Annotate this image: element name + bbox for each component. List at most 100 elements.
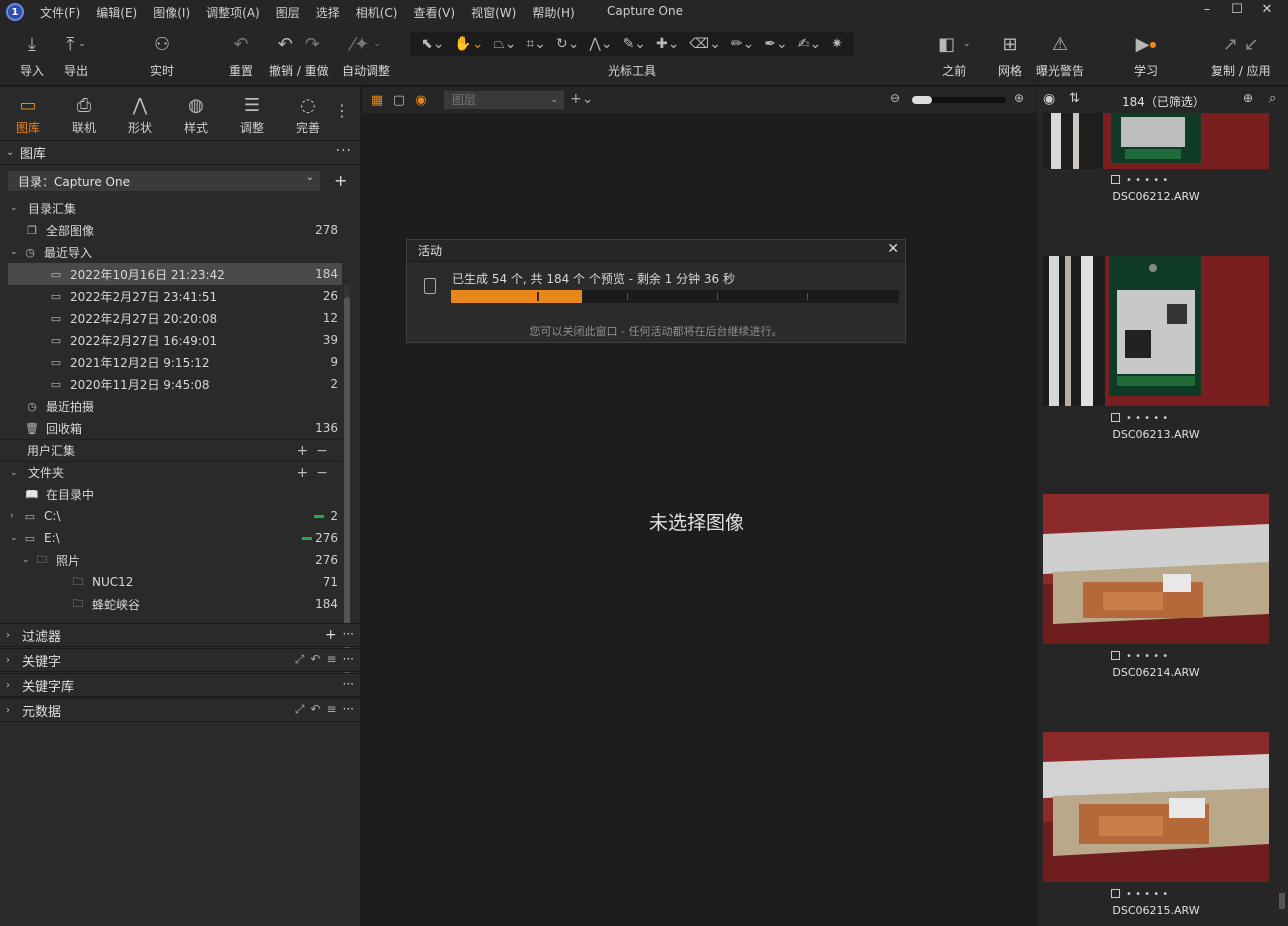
catalog-select[interactable]: 目录：Capture One ⌄ xyxy=(8,171,320,191)
recent-imports-row[interactable]: ⌄ ◷ 最近导入 xyxy=(0,241,342,263)
thumbnail-image[interactable] xyxy=(1043,732,1269,882)
import-row[interactable]: ▭ 2022年2月27日 20:20:08 12 xyxy=(0,307,342,329)
viewer-area[interactable]: ▦ ▢ ◉ 图层 ⌄ +⌄ ⊖ ⊕ 未选择图像 xyxy=(362,87,1036,926)
recent-captures-row[interactable]: ◷ 最近拍摄 xyxy=(0,395,342,417)
all-images-row[interactable]: ❐ 全部图像 278 xyxy=(0,219,342,241)
reset-icon[interactable]: ↶ xyxy=(310,702,320,717)
filters-section[interactable]: › 过滤器 + ··· xyxy=(0,623,360,647)
tab-refine[interactable]: ◌ 完善 xyxy=(280,87,336,140)
add-layer-icon[interactable]: +⌄ xyxy=(570,91,593,107)
thumbnail-image[interactable] xyxy=(1043,256,1269,406)
select-checkbox[interactable] xyxy=(1111,413,1120,422)
eye-icon[interactable]: ◉ xyxy=(1043,91,1055,107)
exposure-warning-button[interactable]: ⚠ 曝光警告 xyxy=(1036,32,1084,79)
section-actions[interactable]: ⤢ ↶ ≡ ··· xyxy=(295,702,354,717)
rating-dots[interactable]: • • • • • xyxy=(1126,175,1168,186)
auto-adjust-button[interactable]: ⁄✦ ⌄ 自动调整 xyxy=(342,32,390,79)
thumbnail-image[interactable] xyxy=(1043,113,1269,169)
tab-adjust[interactable]: ☰ 调整 xyxy=(224,87,280,140)
add-icon[interactable]: + xyxy=(325,627,337,643)
select-checkbox[interactable] xyxy=(1111,175,1120,184)
folder-canyon-row[interactable]: 🗀 蜂蛇峡谷 184 xyxy=(0,593,342,615)
menu-file[interactable]: 文件(F) xyxy=(32,4,88,21)
list-icon[interactable]: ≡ xyxy=(326,652,336,667)
erase-icon[interactable]: ⌫⌄ xyxy=(689,36,721,52)
thumbnail-rating[interactable]: • • • • • xyxy=(1111,175,1168,186)
folders-header[interactable]: ⌄ 文件夹 +− xyxy=(0,461,342,483)
mask-brush-icon[interactable]: ✏⌄ xyxy=(731,36,754,52)
import-row[interactable]: ▭ 2022年2月27日 23:41:51 26 xyxy=(0,285,342,307)
drive-c-row[interactable]: › ▭ C:\ 2 xyxy=(0,505,342,527)
folder-nuc12-row[interactable]: 🗀 NUC12 71 xyxy=(0,571,342,593)
tab-tethered[interactable]: ⎙ 联机 xyxy=(56,87,112,140)
menu-adjustments[interactable]: 调整项(A) xyxy=(198,4,268,21)
user-collections-header[interactable]: 用户汇集 +− xyxy=(0,439,342,461)
close-icon[interactable]: ✕ xyxy=(887,241,899,257)
in-catalog-row[interactable]: 📖 在目录中 xyxy=(0,483,342,505)
more-options-icon[interactable]: ··· xyxy=(343,627,354,643)
zoom-slider-knob[interactable] xyxy=(912,96,932,104)
browser-scroll-thumb[interactable] xyxy=(1279,893,1285,909)
reset-button[interactable]: ↶ 重置 xyxy=(229,32,253,79)
annotate-icon[interactable]: ✷ xyxy=(831,36,843,52)
proof-eye-icon[interactable]: ◉ xyxy=(410,93,432,108)
add-remove-icons[interactable]: +− xyxy=(297,443,336,459)
menu-camera[interactable]: 相机(C) xyxy=(348,4,406,21)
search-icon[interactable]: ⌕ xyxy=(1269,91,1276,106)
expand-icon[interactable]: ⤢ xyxy=(295,652,305,667)
import-row[interactable]: ▭ 2022年10月16日 21:23:42 184 xyxy=(8,263,342,285)
browser-scrollbar[interactable] xyxy=(1278,113,1286,926)
pan-hand-icon[interactable]: ✋⌄ xyxy=(454,36,483,52)
menu-select[interactable]: 选择 xyxy=(308,4,348,21)
select-checkbox[interactable] xyxy=(1111,889,1120,898)
more-options-icon[interactable]: ··· xyxy=(343,652,354,667)
import-row[interactable]: ▭ 2022年2月27日 16:49:01 39 xyxy=(0,329,342,351)
thumbnail-rating[interactable]: • • • • • xyxy=(1111,413,1168,424)
drive-e-row[interactable]: ⌄ ▭ E:\ 276 xyxy=(0,527,342,549)
section-actions[interactable]: + ··· xyxy=(325,627,354,643)
keyword-library-section[interactable]: › 关键字库 ··· xyxy=(0,673,360,697)
import-button[interactable]: ⤓ 导入 xyxy=(20,32,44,79)
menu-layers[interactable]: 图层 xyxy=(268,4,308,21)
single-view-icon[interactable]: ▢ xyxy=(388,93,410,108)
live-button[interactable]: ⚇ 实时 xyxy=(150,32,174,79)
rating-dots[interactable]: • • • • • xyxy=(1126,651,1168,662)
menu-window[interactable]: 视窗(W) xyxy=(463,4,524,21)
close-button[interactable]: ✕ xyxy=(1252,2,1282,17)
rotate-icon[interactable]: ↻⌄ xyxy=(556,36,579,52)
draw-icon[interactable]: ✍⌄ xyxy=(798,36,821,52)
zoom-out-icon[interactable]: ⊖ xyxy=(890,91,900,105)
folder-photos-row[interactable]: ⌄ 🗀 照片 276 xyxy=(0,549,342,571)
import-row[interactable]: ▭ 2021年12月2日 9:15:12 9 xyxy=(0,351,342,373)
list-icon[interactable]: ≡ xyxy=(326,702,336,717)
import-row[interactable]: ▭ 2020年11月2日 9:45:08 2 xyxy=(0,373,342,395)
library-section-header[interactable]: ⌄ 图库 ··· xyxy=(0,141,360,165)
sort-icon[interactable]: ⇅ xyxy=(1069,91,1080,106)
catalog-collections-header[interactable]: ⌄ 目录汇集 xyxy=(0,197,342,219)
zoom-slider[interactable] xyxy=(912,96,1006,104)
reset-icon[interactable]: ↶ xyxy=(310,652,320,667)
select-checkbox[interactable] xyxy=(1111,651,1120,660)
keywords-section[interactable]: › 关键字 ⤢ ↶ ≡ ··· xyxy=(0,648,360,672)
more-options-icon[interactable]: ··· xyxy=(336,143,352,159)
undo-redo-button[interactable]: ↶ ↷ 撤销 / 重做 xyxy=(269,32,329,79)
zoom-in-icon[interactable]: ⊕ xyxy=(1014,91,1024,105)
layer-select[interactable]: 图层 ⌄ xyxy=(444,91,564,109)
before-button[interactable]: ◧ ⌄ 之前 xyxy=(938,32,971,79)
rating-dots[interactable]: • • • • • xyxy=(1126,413,1168,424)
more-tabs-icon[interactable]: ⋮ xyxy=(334,101,350,120)
section-actions[interactable]: ⤢ ↶ ≡ ··· xyxy=(295,652,354,667)
trash-row[interactable]: 🗑 回收箱 136 xyxy=(0,417,342,439)
minimize-button[interactable]: – xyxy=(1192,2,1222,17)
export-button[interactable]: ⤒ ⌄ 导出 xyxy=(64,32,88,79)
grid-button[interactable]: ⊞ 网格 xyxy=(998,32,1022,79)
expand-icon[interactable]: ⤢ xyxy=(295,702,305,717)
section-actions[interactable]: ··· xyxy=(343,677,354,691)
grid-view-icon[interactable]: ▦ xyxy=(366,93,388,108)
menu-image[interactable]: 图像(I) xyxy=(145,4,198,21)
copy-apply-button[interactable]: ↗ ↙ 复制 / 应用 xyxy=(1211,32,1271,79)
tab-shape[interactable]: ⋀ 形状 xyxy=(112,87,168,140)
more-options-icon[interactable]: ··· xyxy=(343,677,354,691)
rating-dots[interactable]: • • • • • xyxy=(1126,889,1168,900)
add-remove-icons[interactable]: +− xyxy=(297,465,336,481)
